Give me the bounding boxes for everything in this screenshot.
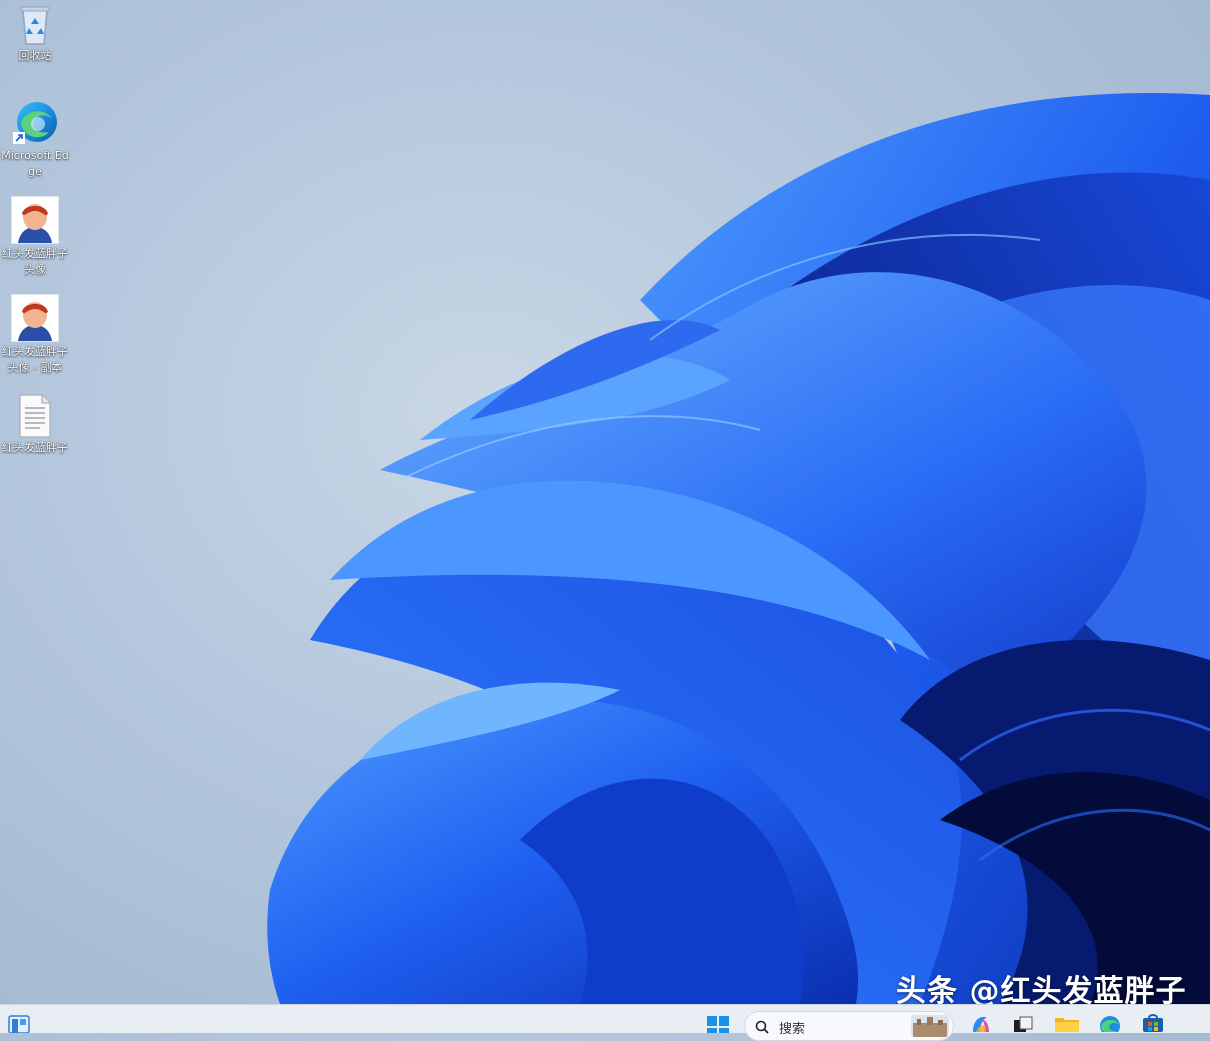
recycle-bin-icon <box>15 4 55 46</box>
file-explorer-icon[interactable] <box>1054 1014 1079 1036</box>
desktop-icon-avatar-copy[interactable]: 红头发蓝胖子头像 - 副本 <box>0 294 70 376</box>
avatar-image-icon <box>11 196 59 244</box>
desktop-wallpaper <box>267 93 1210 1004</box>
search-placeholder: 搜索 <box>779 1022 806 1037</box>
search-highlight-image <box>911 1015 949 1037</box>
windows-start-icon[interactable] <box>706 1015 729 1038</box>
desktop-icon-label: 红头发蓝胖子头像 <box>2 247 68 276</box>
copilot-icon[interactable] <box>970 1016 992 1038</box>
edge-icon <box>11 98 59 146</box>
store-icon[interactable] <box>1142 1014 1164 1036</box>
desktop-icon-label: Microsoft Edge <box>1 149 69 178</box>
text-document-icon <box>18 394 52 438</box>
avatar-image-icon <box>11 294 59 342</box>
widgets-icon[interactable] <box>8 1015 30 1037</box>
desktop-icon-avatar[interactable]: 红头发蓝胖子头像 <box>0 196 70 278</box>
desktop-icon-label: 红头发蓝胖子头像 - 副本 <box>2 345 68 374</box>
taskbar-search-box[interactable]: 搜索 <box>744 1011 954 1041</box>
desktop-icon-text-file[interactable]: 红头发蓝胖子 <box>0 394 70 456</box>
search-icon <box>755 1019 769 1034</box>
desktop-icon-recycle-bin[interactable]: 回收站 <box>0 4 70 64</box>
task-view-icon[interactable] <box>1012 1016 1034 1038</box>
desktop-icon-label: 回收站 <box>18 49 52 62</box>
desktop-icon-label: 红头发蓝胖子 <box>2 441 68 454</box>
edge-icon[interactable] <box>1098 1014 1120 1036</box>
desktop-icon-edge[interactable]: Microsoft Edge <box>0 98 70 180</box>
